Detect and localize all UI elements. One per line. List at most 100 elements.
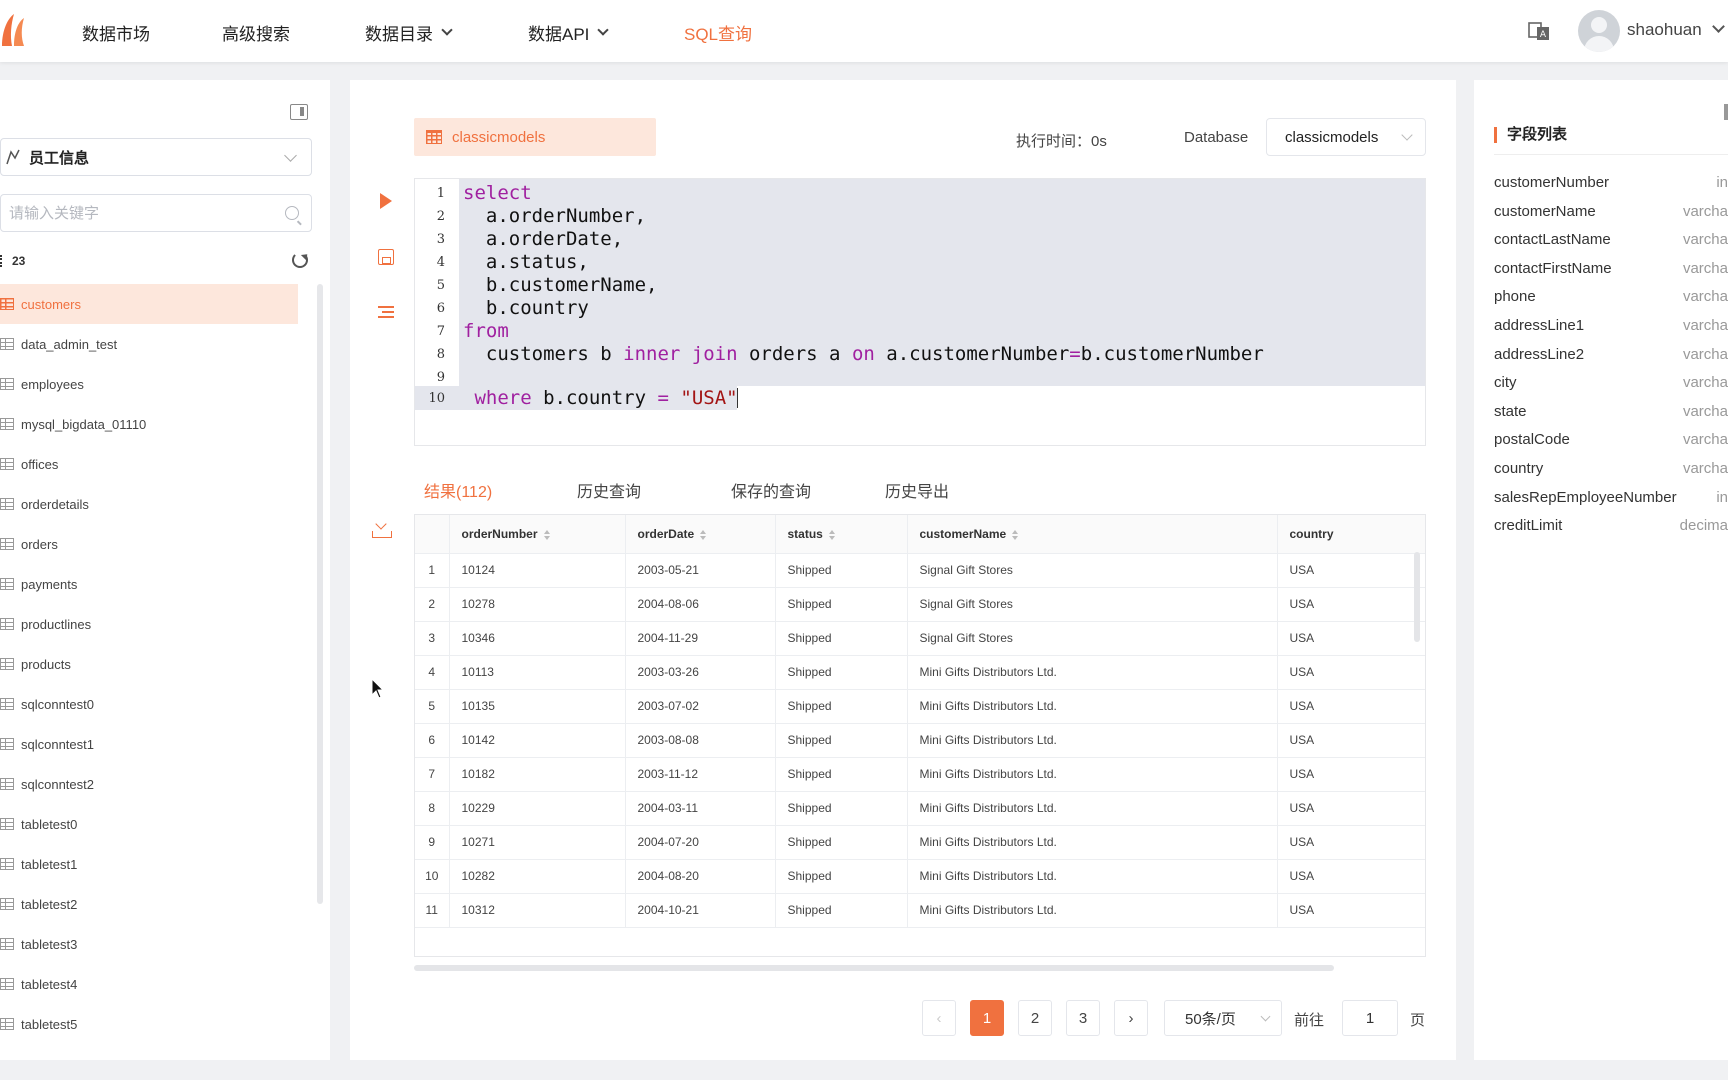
sidebar-table-label: orderdetails [21, 496, 89, 512]
sidebar-table-item[interactable]: customers [0, 284, 298, 324]
sidebar-table-item[interactable]: tabletest5 [0, 1004, 298, 1044]
sidebar-table-item[interactable]: tabletest2 [0, 884, 298, 924]
download-icon[interactable] [372, 520, 392, 538]
column-header[interactable]: status [775, 515, 908, 554]
code-line: 6 b.country [415, 297, 1425, 320]
table-search-input[interactable] [1, 195, 261, 231]
table-row[interactable]: 5 10135 2003-07-02 Shipped Mini Gifts Distri… [415, 689, 1425, 724]
run-icon[interactable] [380, 193, 392, 209]
sidebar-table-item[interactable]: orders [0, 524, 298, 564]
table-icon [0, 898, 14, 910]
table-row[interactable]: 2 10278 2004-08-06 Shipped Signal Gift Store… [415, 587, 1425, 622]
page-button-2[interactable]: 2 [1018, 1000, 1052, 1036]
sidebar-table-item[interactable]: productlines [0, 604, 298, 644]
table-row[interactable]: 4 10113 2003-03-26 Shipped Mini Gifts Distri… [415, 655, 1425, 690]
panel-collapse-icon[interactable] [1724, 104, 1728, 120]
field-item[interactable]: customerName varcha [1494, 203, 1728, 223]
table-row[interactable]: 1 10124 2003-05-21 Shipped Signal Gift Store… [415, 553, 1425, 588]
query-tab[interactable]: classicmodels [414, 118, 656, 156]
sidebar-table-item[interactable]: offices [0, 444, 298, 484]
page-button-3[interactable]: 3 [1066, 1000, 1100, 1036]
chevron-down-icon[interactable] [1712, 20, 1725, 33]
logo-icon[interactable] [0, 12, 30, 48]
sidebar-table-item[interactable]: tabletest4 [0, 964, 298, 1004]
sidebar-scrollbar[interactable] [317, 284, 323, 904]
database-dropdown[interactable]: classicmodels [1266, 118, 1426, 156]
result-tab[interactable]: 历史导出 [885, 478, 949, 502]
prev-page-button[interactable]: ‹ [922, 1000, 956, 1036]
sql-token: b.customerName, [463, 274, 658, 296]
table-row[interactable]: 8 10229 2004-03-11 Shipped Mini Gifts Distri… [415, 791, 1425, 826]
save-icon[interactable] [378, 249, 394, 265]
sql-keyword: select [463, 182, 532, 204]
sidebar-table-item[interactable]: mysql_bigdata_01110 [0, 404, 298, 444]
nav-item-data-market[interactable]: 数据市场 [82, 20, 150, 45]
field-item[interactable]: contactFirstName varcha [1494, 260, 1728, 280]
nav-label: 数据目录 [365, 25, 433, 44]
result-tab[interactable]: 保存的查询 [731, 478, 811, 502]
table-cell: USA [1277, 859, 1425, 894]
sidebar-table-item[interactable]: orderdetails [0, 484, 298, 524]
table-row[interactable]: 9 10271 2004-07-20 Shipped Mini Gifts Distri… [415, 825, 1425, 860]
result-tab[interactable]: 结果(112) [424, 478, 492, 502]
sidebar-table-item[interactable]: tabletest3 [0, 924, 298, 964]
field-item[interactable]: customerNumber in [1494, 174, 1728, 194]
username[interactable]: shaohuan [1627, 20, 1702, 40]
nav-item-sql-query[interactable]: SQL查询 [684, 20, 752, 45]
field-item[interactable]: addressLine1 varcha [1494, 317, 1728, 337]
sidebar-table-item[interactable]: sqlconntest0 [0, 684, 298, 724]
sort-icon[interactable] [1012, 529, 1019, 540]
field-item[interactable]: salesRepEmployeeNumber in [1494, 489, 1728, 509]
format-icon[interactable] [378, 306, 394, 318]
sort-icon[interactable] [543, 529, 550, 540]
field-item[interactable]: postalCode varcha [1494, 431, 1728, 451]
table-row[interactable]: 3 10346 2004-11-29 Shipped Signal Gift Store… [415, 621, 1425, 656]
column-header[interactable]: country [1277, 515, 1425, 554]
nav-item-data-catalog[interactable]: 数据目录 [365, 20, 453, 45]
grid-horizontal-scrollbar[interactable] [414, 965, 1334, 971]
sidebar-table-item[interactable]: data_admin_test [0, 324, 298, 364]
avatar[interactable] [1578, 10, 1620, 52]
sidebar-table-item[interactable]: tabletest1 [0, 844, 298, 884]
sql-token: b.customerNumber [1080, 343, 1264, 365]
translate-icon[interactable]: A [1528, 20, 1550, 42]
field-item[interactable]: creditLimit decima [1494, 517, 1728, 537]
column-header[interactable]: customerName [907, 515, 1278, 554]
table-row[interactable]: 10 10282 2004-08-20 Shipped Mini Gifts Distr… [415, 859, 1425, 894]
sidebar-table-item[interactable]: payments [0, 564, 298, 604]
grid-vertical-scrollbar[interactable] [1414, 552, 1420, 642]
sidebar-table-item[interactable]: sqlconntest2 [0, 764, 298, 804]
next-page-button[interactable]: › [1114, 1000, 1148, 1036]
page-button-1[interactable]: 1 [970, 1000, 1004, 1036]
field-item[interactable]: phone varcha [1494, 288, 1728, 308]
sort-icon[interactable] [828, 529, 835, 540]
sidebar-table-item[interactable]: employees [0, 364, 298, 404]
search-icon[interactable] [285, 206, 299, 220]
field-item[interactable]: state varcha [1494, 403, 1728, 423]
nav-item-advanced-search[interactable]: 高级搜索 [222, 20, 290, 45]
database-select[interactable]: 员工信息 [0, 138, 312, 176]
result-tab[interactable]: 历史查询 [577, 478, 641, 502]
column-header[interactable]: orderDate [625, 515, 776, 554]
table-icon [426, 130, 442, 144]
table-row[interactable]: 11 10312 2004-10-21 Shipped Mini Gifts Distr… [415, 893, 1425, 928]
table-row[interactable]: 7 10182 2003-11-12 Shipped Mini Gifts Distri… [415, 757, 1425, 792]
sidebar-table-item[interactable]: sqlconntest1 [0, 724, 298, 764]
goto-page-input[interactable] [1342, 1000, 1398, 1036]
sidebar-collapse-icon[interactable] [290, 104, 308, 120]
field-item[interactable]: city varcha [1494, 374, 1728, 394]
nav-item-data-api[interactable]: 数据API [528, 20, 610, 45]
table-icon [0, 1018, 14, 1030]
page-size-select[interactable]: 50条/页 [1164, 1000, 1282, 1036]
field-item[interactable]: country varcha [1494, 460, 1728, 480]
sort-icon[interactable] [700, 529, 707, 540]
refresh-icon[interactable] [292, 252, 308, 268]
line-number: 4 [436, 255, 445, 270]
sidebar-table-item[interactable]: products [0, 644, 298, 684]
sql-editor[interactable]: 1 select 2 a.orderNumber, 3 a.orderDate, 4 a… [414, 178, 1426, 446]
field-item[interactable]: addressLine2 varcha [1494, 346, 1728, 366]
sidebar-table-item[interactable]: tabletest0 [0, 804, 298, 844]
table-row[interactable]: 6 10142 2003-08-08 Shipped Mini Gifts Distri… [415, 723, 1425, 758]
field-item[interactable]: contactLastName varcha [1494, 231, 1728, 251]
column-header[interactable]: orderNumber [449, 515, 626, 554]
